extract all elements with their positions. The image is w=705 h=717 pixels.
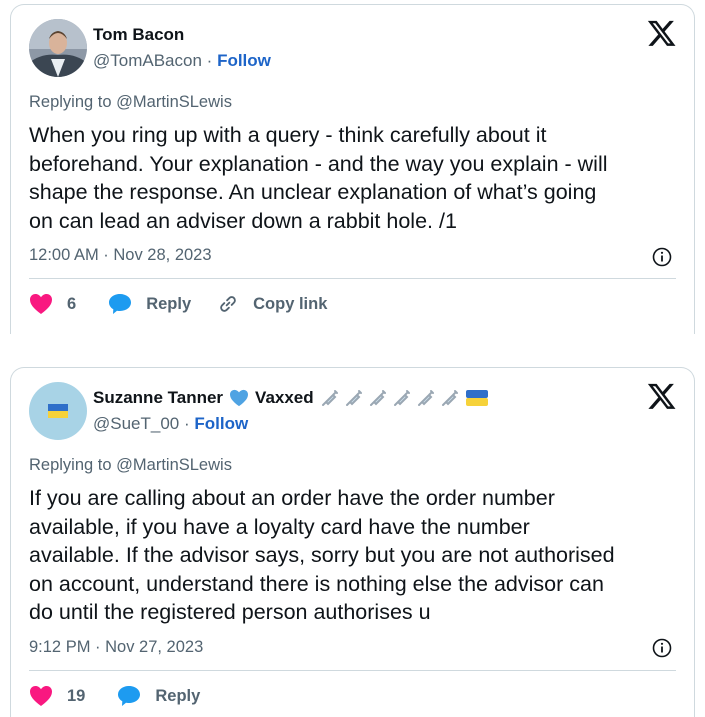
syringe-icon: [393, 390, 410, 406]
replying-to: Replying to @MartinSLewis: [29, 456, 232, 475]
syringe-icon: [321, 390, 338, 406]
display-name[interactable]: Tom Bacon: [93, 25, 184, 45]
replying-prefix: Replying to: [29, 93, 112, 111]
syringe-icon: [441, 390, 458, 406]
copy-link-button[interactable]: Copy link: [217, 293, 327, 315]
heart-icon: [30, 294, 52, 314]
copy-link-label: Copy link: [253, 294, 328, 313]
action-bar: 6 Reply Copy link: [29, 293, 353, 315]
tweet-line: When you ring up with a query - think ca…: [29, 123, 547, 147]
heart-icon: [30, 686, 52, 706]
syringe-icon: [369, 390, 386, 406]
link-icon: [220, 296, 236, 312]
timestamp[interactable]: 9:12 PM · Nov 27, 2023: [29, 638, 203, 657]
display-name[interactable]: Suzanne Tanner: [93, 388, 223, 408]
tweet-line: on account, understand there is nothing …: [29, 571, 604, 596]
display-name-suffix: Vaxxed: [255, 388, 314, 407]
avatar[interactable]: [29, 382, 87, 440]
x-logo-icon[interactable]: [646, 19, 676, 49]
replying-prefix: Replying to: [29, 456, 112, 474]
tweet-line: on can lead an adviser down a rabbit hol…: [29, 208, 457, 233]
speech-bubble-icon: [118, 686, 141, 706]
follow-link[interactable]: Follow: [194, 414, 248, 433]
ukraine-flag-icon: [465, 390, 488, 406]
tweet-body: When you ring up with a query - think ca…: [29, 121, 684, 235]
handle[interactable]: @TomABacon: [93, 51, 202, 70]
x-logo-icon[interactable]: [646, 382, 676, 412]
like-button[interactable]: 6: [29, 293, 76, 315]
tweet-card: Tom Bacon @TomABacon · Follow Replying t…: [10, 4, 695, 334]
display-name-row: Suzanne Tanner Vaxxed: [93, 388, 488, 408]
syringe-icon: [417, 390, 434, 406]
blue-heart-icon: [230, 389, 249, 407]
info-icon[interactable]: [652, 638, 672, 658]
reply-label: Reply: [146, 294, 192, 313]
divider: [29, 278, 676, 279]
handle-row: @SueT_00 · Follow: [93, 414, 248, 434]
handle[interactable]: @SueT_00: [93, 414, 179, 433]
reply-button[interactable]: Reply: [117, 685, 200, 707]
replying-handle[interactable]: @MartinSLewis: [116, 456, 232, 474]
separator: ·: [184, 414, 190, 433]
reply-label: Reply: [155, 686, 201, 705]
tweet-line: beforehand. Your explanation - and the w…: [29, 151, 608, 176]
syringe-icon: [345, 390, 362, 406]
tweet-card: Suzanne Tanner Vaxxed @SueT_00 · Follow …: [10, 367, 695, 717]
tweet-line: If you are calling about an order have t…: [29, 486, 555, 510]
tweet-line: shape the response. An unclear explanati…: [29, 180, 597, 204]
tweet-body: If you are calling about an order have t…: [29, 484, 684, 627]
tweet-line: available. If the advisor says, sorry bu…: [29, 543, 615, 567]
follow-link[interactable]: Follow: [217, 51, 271, 70]
speech-bubble-icon: [109, 294, 132, 314]
handle-row: @TomABacon · Follow: [93, 51, 271, 71]
timestamp[interactable]: 12:00 AM · Nov 28, 2023: [29, 246, 212, 265]
replying-handle[interactable]: @MartinSLewis: [116, 93, 232, 111]
tweet-line: do until the registered person authorise…: [29, 600, 431, 624]
emoji-row: [320, 388, 488, 408]
info-icon[interactable]: [652, 247, 672, 267]
action-bar: 19 Reply: [29, 685, 226, 707]
separator: ·: [206, 51, 213, 70]
tweet-line: available, if you have a loyalty card ha…: [29, 514, 530, 539]
like-count: 6: [67, 294, 77, 313]
replying-to: Replying to @MartinSLewis: [29, 93, 232, 112]
avatar[interactable]: [29, 19, 87, 77]
like-button[interactable]: 19: [29, 685, 85, 707]
like-count: 19: [67, 686, 86, 705]
divider: [29, 670, 676, 671]
reply-button[interactable]: Reply: [108, 293, 191, 315]
